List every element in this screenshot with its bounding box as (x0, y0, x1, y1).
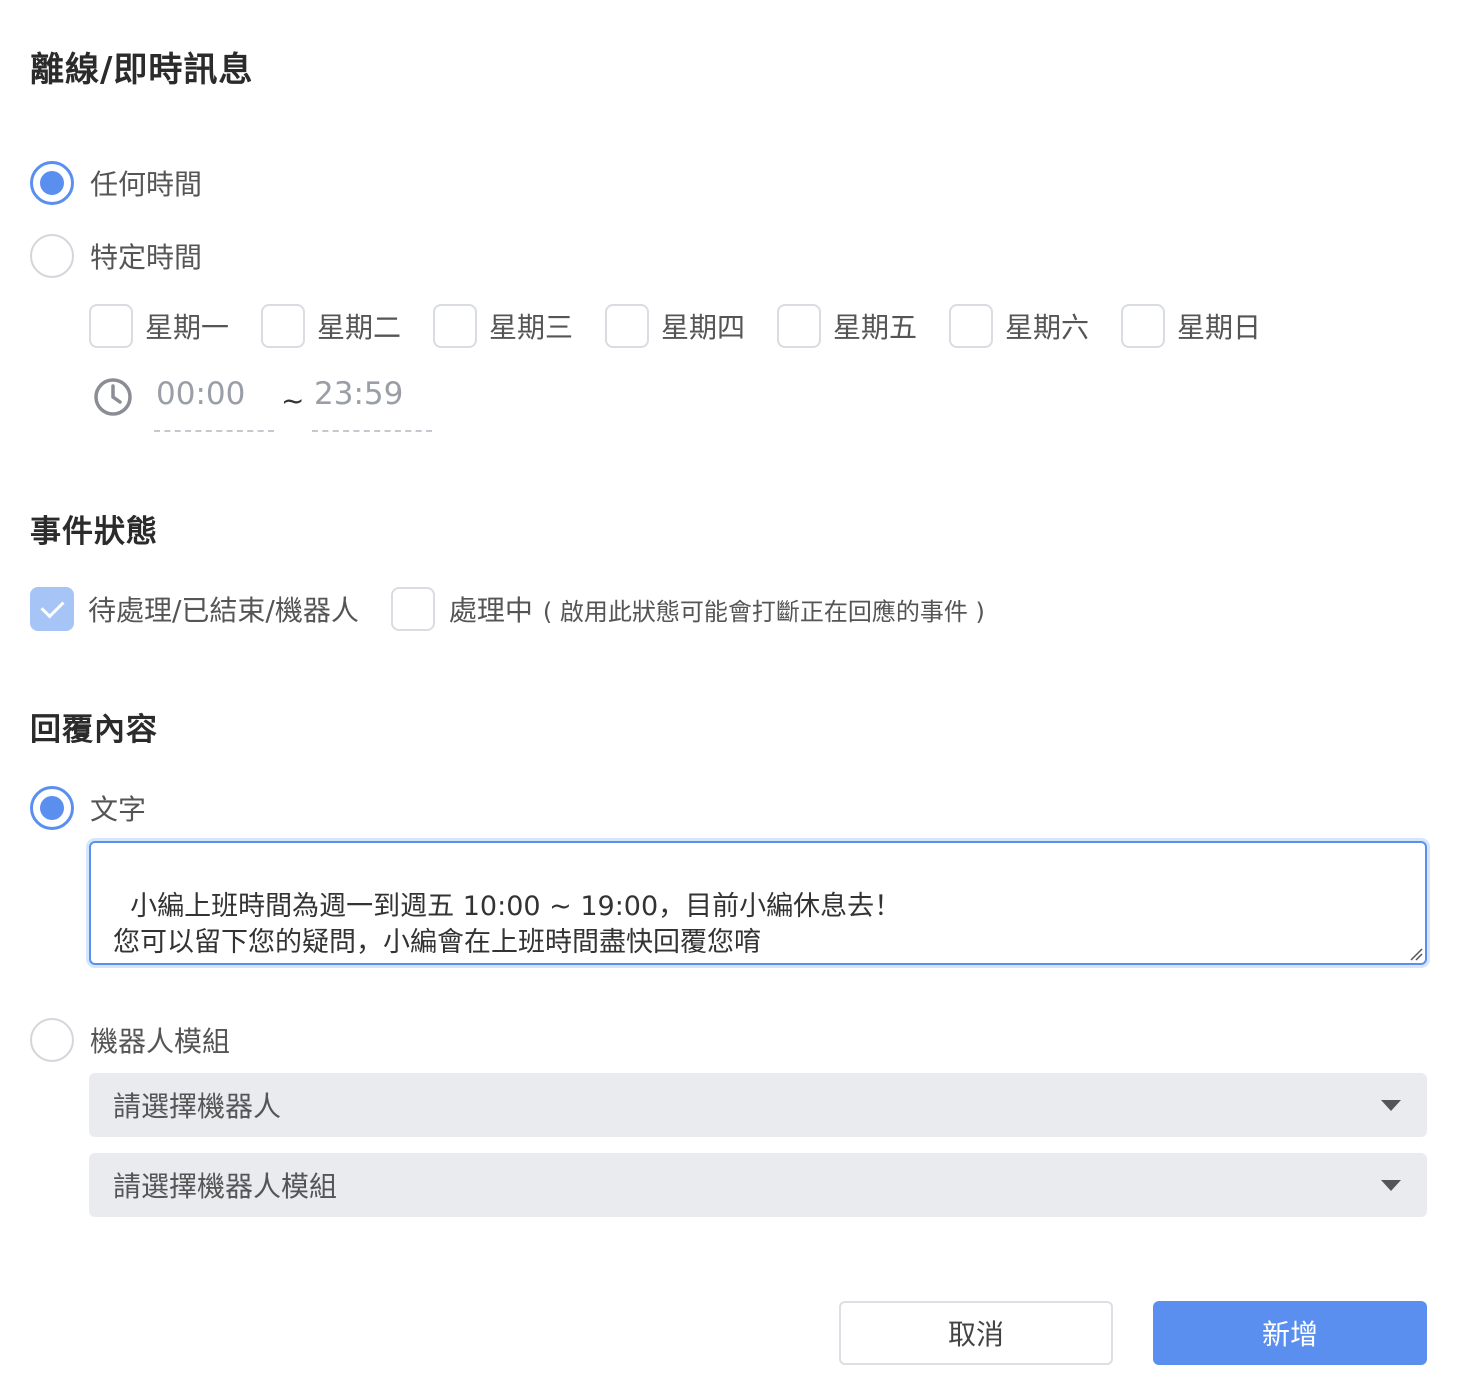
weekday-wednesday[interactable]: 星期三 (433, 304, 605, 348)
radio-specific-time[interactable]: 特定時間 (30, 234, 202, 278)
checkbox-thursday[interactable] (605, 304, 649, 348)
caret-down-icon (1381, 1100, 1401, 1111)
radio-text-reply-label: 文字 (90, 793, 147, 826)
reply-text-area[interactable]: 小編上班時間為週一到週五 10:00 ~ 19:00，目前小編休息去！ 您可以留… (89, 841, 1427, 965)
event-status-heading: 事件狀態 (30, 514, 158, 550)
checkbox-sunday[interactable] (1121, 304, 1165, 348)
in-progress-note: ( 啟用此狀態可能會打斷正在回應的事件 ) (542, 597, 985, 626)
radio-bot-module-label: 機器人模組 (90, 1025, 231, 1058)
checkbox-saturday[interactable] (949, 304, 993, 348)
weekday-friday-label: 星期五 (833, 311, 918, 344)
event-status-options: 待處理/已結束/機器人 處理中 ( 啟用此狀態可能會打斷正在回應的事件 ) (30, 587, 985, 631)
checkbox-monday[interactable] (89, 304, 133, 348)
weekday-monday-label: 星期一 (145, 311, 230, 344)
checkbox-wednesday[interactable] (433, 304, 477, 348)
bot-module-select-placeholder: 請選擇機器人模組 (113, 1170, 338, 1203)
in-progress-label: 處理中 (448, 594, 533, 627)
weekday-sunday-label: 星期日 (1177, 311, 1262, 344)
resize-handle-icon[interactable] (1409, 947, 1423, 961)
cancel-button[interactable]: 取消 (839, 1301, 1113, 1365)
weekday-friday[interactable]: 星期五 (777, 304, 949, 348)
weekday-sunday[interactable]: 星期日 (1121, 304, 1293, 348)
reply-text-value: 小編上班時間為週一到週五 10:00 ~ 19:00，目前小編休息去！ 您可以留… (113, 891, 902, 958)
weekday-monday[interactable]: 星期一 (89, 304, 261, 348)
bot-module-select[interactable]: 請選擇機器人模組 (89, 1153, 1427, 1217)
radio-text-reply-indicator[interactable] (30, 786, 74, 830)
weekday-thursday-label: 星期四 (661, 311, 746, 344)
radio-specific-time-indicator[interactable] (30, 234, 74, 278)
bot-select[interactable]: 請選擇機器人 (89, 1073, 1427, 1137)
radio-bot-module-indicator[interactable] (30, 1018, 74, 1062)
end-time-input[interactable]: 23:59 (312, 376, 432, 432)
time-range (92, 374, 134, 418)
radio-specific-time-label: 特定時間 (90, 241, 203, 274)
radio-any-time[interactable]: 任何時間 (30, 161, 202, 205)
radio-text-reply[interactable]: 文字 (30, 786, 146, 830)
add-button[interactable]: 新增 (1153, 1301, 1427, 1365)
checkbox-friday[interactable] (777, 304, 821, 348)
weekday-tuesday-label: 星期二 (317, 311, 402, 344)
bot-select-placeholder: 請選擇機器人 (113, 1090, 282, 1123)
weekday-saturday-label: 星期六 (1005, 311, 1090, 344)
checkbox-tuesday[interactable] (261, 304, 305, 348)
weekday-thursday[interactable]: 星期四 (605, 304, 777, 348)
weekday-tuesday[interactable]: 星期二 (261, 304, 433, 348)
radio-any-time-label: 任何時間 (90, 168, 203, 201)
start-time-input[interactable]: 00:00 (154, 376, 274, 432)
clock-icon (94, 378, 132, 416)
time-separator: ~ (281, 384, 305, 417)
weekday-checkbox-group: 星期一 星期二 星期三 星期四 星期五 星期六 星期日 (89, 304, 1293, 348)
caret-down-icon (1381, 1180, 1401, 1191)
weekday-wednesday-label: 星期三 (489, 311, 574, 344)
radio-bot-module[interactable]: 機器人模組 (30, 1018, 230, 1062)
reply-content-heading: 回覆內容 (30, 712, 158, 748)
pending-closed-bot-label: 待處理/已結束/機器人 (88, 594, 359, 627)
checkbox-in-progress[interactable] (390, 587, 435, 631)
weekday-saturday[interactable]: 星期六 (949, 304, 1121, 348)
checkbox-pending-closed-bot[interactable] (30, 587, 74, 631)
radio-any-time-indicator[interactable] (30, 161, 74, 205)
page-title: 離線/即時訊息 (30, 50, 254, 90)
